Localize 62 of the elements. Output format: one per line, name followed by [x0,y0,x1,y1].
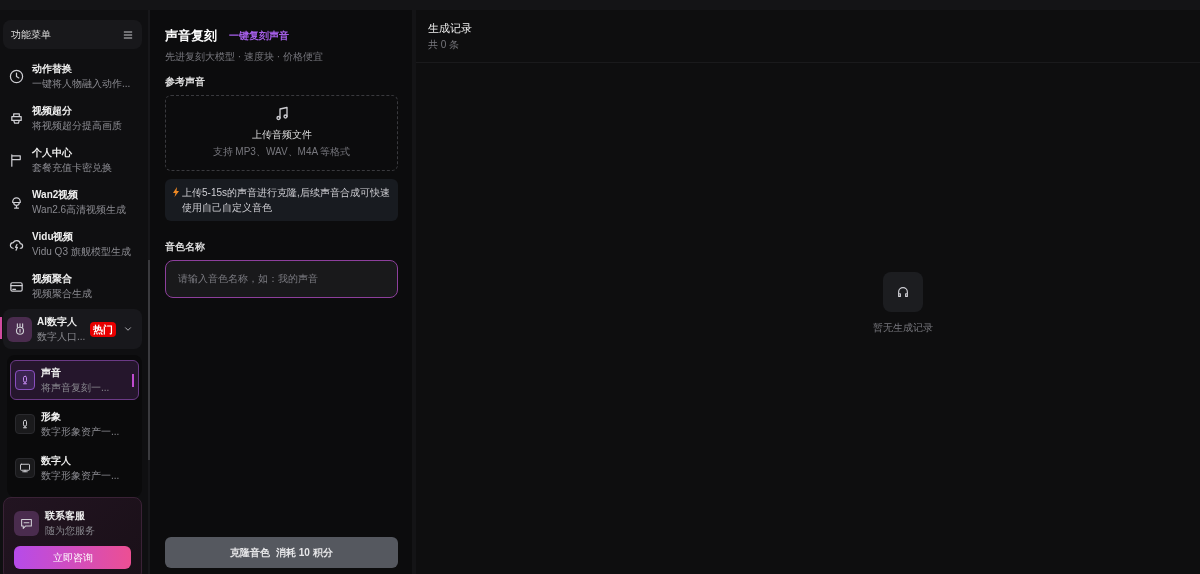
submenu-desc: 数字形象资产一... [41,469,120,483]
menu-item[interactable]: 动作替换 一键将人物融入动作... [3,55,142,97]
menu-item[interactable]: Wan2视频 Wan2.6高清视频生成 [3,181,142,223]
menu-item-title: 动作替换 [32,62,73,76]
tip-text: 上传5-15s的声音进行克隆,后续声音合成可快速使用自己自定义音色 [182,185,390,215]
form-tag: 一键复刻声音 [229,28,289,44]
clone-button[interactable]: 克隆音色 消耗 10 积分 [165,537,398,568]
submenu-desc: 数字形象资产一... [41,425,120,439]
submenu-item[interactable]: 形象 数字形象资产一... [10,404,139,444]
menu-item-desc: 数字人口... [37,330,86,344]
empty-message: 暂无生成记录 [873,320,933,335]
submenu-title: 形象 [41,410,62,424]
trophy-icon [9,194,24,210]
upload-area[interactable]: 上传音频文件 支持 MP3、WAV、M4A 等格式 [165,94,398,171]
name-input[interactable]: 请输入音色名称，如：我的声音 [165,259,398,298]
form-subtitle: 先进复刻大模型 · 速度块 · 价格便宜 [165,49,324,64]
menu-icon [122,28,134,41]
contact-title: 联系客服 [45,509,86,523]
menu-item[interactable]: 个人中心 套餐充值卡密兑换 [3,139,142,181]
menu-item-desc: 将视频超分提高画质 [32,119,122,133]
music-note-icon [273,106,290,122]
flag-icon [9,152,24,168]
menu-item-title: 视频聚合 [32,272,73,286]
upload-title: 上传音频文件 [251,128,312,142]
menu-item-desc: 视频聚合生成 [32,287,92,301]
menu-item-desc: 一键将人物融入动作... [32,77,131,91]
submenu-title: 声音 [41,366,62,380]
consult-button[interactable]: 立即咨询 [14,546,131,569]
submenu-desc: 将声音复刻一... [41,381,110,395]
section-label: 参考声音 [165,74,206,89]
records-title: 生成记录 [428,21,473,36]
menu-title: 功能菜单 [11,28,51,42]
form-title: 声音复刻 [165,27,217,45]
headphones-icon [883,271,923,312]
menu-item-title: Vidu视频 [32,230,75,244]
menu-item-desc: Vidu Q3 旗舰模型生成 [32,245,131,259]
upload-hint: 支持 MP3、WAV、M4A 等格式 [212,145,351,159]
chevron-icon [123,324,134,334]
submenu-title: 数字人 [41,454,72,468]
menu-item[interactable]: Vidu视频 Vidu Q3 旗舰模型生成 [3,223,142,265]
scrollbar[interactable] [148,260,150,460]
clock-icon [9,68,24,84]
submenu-item[interactable]: 数字人 数字形象资产一... [10,448,139,488]
submenu-item[interactable]: 声音 将声音复刻一... [10,360,139,400]
menu-item-desc: Wan2.6高清视频生成 [32,203,127,217]
active-indicator [132,373,134,387]
menu-item-title: 个人中心 [32,146,73,160]
menu-item[interactable]: 视频超分 将视频超分提高画质 [3,97,142,139]
monitor-icon [19,462,31,474]
contact-subtitle: 随为您服务 [45,524,95,538]
section-label: 音色名称 [165,239,206,254]
menu-item-title: Wan2视频 [32,188,80,202]
printer-icon [9,110,24,126]
hot-badge: 热门 [90,321,117,337]
chat-icon [14,510,39,536]
records-count: 共 0 条 [428,37,461,52]
lightning-icon [173,186,179,197]
menu-item-title: AI数字人 [37,315,78,329]
menu-item-desc: 套餐充值卡密兑换 [32,161,112,175]
medal-icon [7,316,32,342]
menu-item-title: 视频超分 [32,104,73,118]
menu-item[interactable]: 视频聚合 视频聚合生成 [3,265,142,307]
